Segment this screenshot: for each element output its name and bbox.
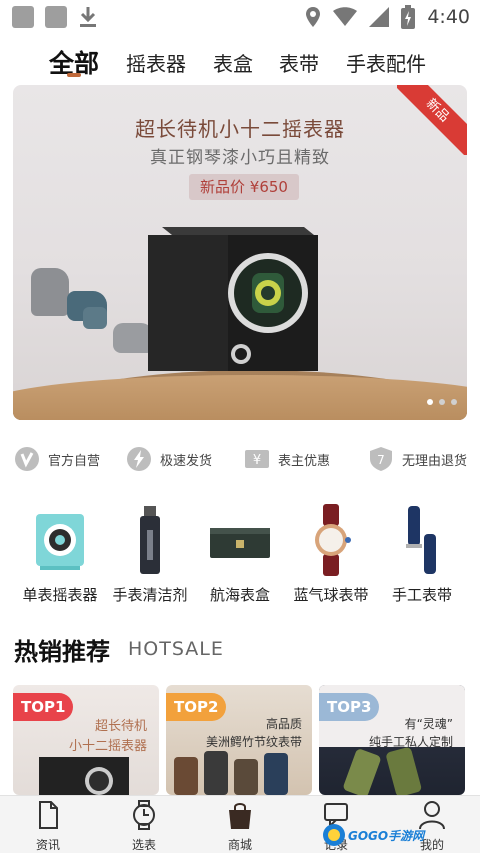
winder-thumbnail [36, 514, 84, 570]
green-strap-product-image [343, 747, 422, 795]
category-label: 蓝气球表带 [293, 586, 369, 604]
category-single-winder[interactable]: 单表摇表器 [12, 500, 108, 610]
feature-free-return: 7 无理由退货 [368, 446, 467, 472]
status-bar: 4:40 [0, 0, 480, 34]
category-handmade-strap[interactable]: 手工表带 [374, 500, 470, 610]
feature-fast-shipping: 极速发货 [126, 446, 212, 472]
tab-watch-accessories[interactable]: 手表配件 [346, 48, 426, 77]
nav-choose-watch[interactable]: 选表 [109, 800, 179, 852]
download-icon [80, 7, 96, 27]
category-label: 手工表带 [391, 586, 452, 604]
location-icon [306, 7, 321, 27]
banner-backdrop [13, 375, 467, 420]
nav-news[interactable]: 资讯 [13, 800, 83, 852]
hotsale-card-3[interactable]: TOP3 有“灵魂” 纯手工私人定制 [319, 685, 465, 795]
section-title: 热销推荐 [14, 638, 110, 666]
tab-watch-strap[interactable]: 表带 [279, 48, 319, 77]
watch-box-thumbnail [210, 528, 270, 558]
clock-time: 4:40 [427, 6, 470, 28]
carousel-dot[interactable] [427, 399, 433, 405]
category-label: 手表清洁剂 [112, 586, 188, 604]
carousel-dots [427, 399, 457, 405]
nav-label: 资讯 [35, 838, 60, 852]
category-label: 航海表盒 [209, 586, 270, 604]
feature-label: 表主优惠 [278, 453, 331, 469]
nav-label: 选表 [131, 838, 156, 852]
notification-icon [45, 6, 67, 28]
tab-watch-winder[interactable]: 摇表器 [126, 48, 186, 77]
site-watermark: GOGO手游网 [322, 815, 452, 851]
category-ballon-bleu-strap[interactable]: 蓝气球表带 [283, 500, 379, 610]
svg-text:¥: ¥ [253, 453, 261, 468]
watch-strap-thumbnail [315, 504, 351, 576]
category-watch-cleaner[interactable]: 手表清洁剂 [102, 500, 198, 610]
shopping-bag-icon [229, 803, 251, 829]
cleaner-bottle-thumbnail [140, 506, 160, 574]
feature-official: 官方自营 [14, 446, 100, 472]
battery-icon [401, 5, 416, 29]
winder-product-image [39, 757, 129, 795]
feature-label: 官方自营 [48, 453, 101, 469]
decor-rock [83, 307, 107, 329]
svg-text:7: 7 [377, 453, 385, 467]
carousel-dot[interactable] [451, 399, 457, 405]
feature-label: 无理由退货 [402, 453, 468, 469]
coupon-icon: ¥ [245, 450, 269, 468]
tab-watch-box[interactable]: 表盒 [213, 48, 253, 77]
official-store-icon [15, 447, 39, 471]
leather-strap-thumbnail [406, 506, 436, 574]
decor-rock [31, 268, 69, 316]
decor-rock [113, 323, 153, 353]
document-icon [39, 801, 58, 829]
watermark-logo-icon [323, 824, 345, 846]
active-tab-indicator [67, 73, 81, 77]
lightning-icon [127, 447, 151, 471]
category-nautical-box[interactable]: 航海表盒 [192, 500, 288, 610]
card-line: 小十二摇表器 [68, 739, 147, 754]
rank-badge: TOP2 [166, 693, 227, 721]
section-subtitle: HOTSALE [128, 638, 224, 660]
nav-label: 商城 [227, 838, 252, 852]
shield-icon: 7 [370, 447, 392, 471]
card-line: 美洲鳄竹节纹表带 [205, 735, 302, 749]
service-features: 官方自营 极速发货 ¥ 表主优惠 7 无理由退货 [0, 440, 480, 478]
card-line: 有“灵魂” [404, 717, 453, 731]
strap-product-image [174, 751, 288, 795]
hotsale-card-1[interactable]: TOP1 超长待机 小十二摇表器 [13, 685, 159, 795]
new-badge-label: 新品 [397, 85, 467, 155]
watermark-text: GOGO手游网 [348, 829, 425, 843]
signal-icon [369, 7, 390, 27]
feature-owner-discount: ¥ 表主优惠 [244, 446, 330, 472]
category-label: 单表摇表器 [22, 586, 98, 604]
rank-badge: TOP3 [319, 693, 380, 721]
banner-price-tag: 新品价 ¥650 [189, 174, 299, 200]
card-line: 纯手工私人定制 [368, 735, 453, 749]
card-line: 高品质 [265, 717, 302, 731]
hotsale-card-2[interactable]: TOP2 高品质 美洲鳄竹节纹表带 [166, 685, 312, 795]
feature-label: 极速发货 [160, 453, 213, 469]
new-badge: 新品 [397, 85, 467, 155]
card-line: 超长待机 [94, 719, 147, 734]
wifi-icon [333, 7, 358, 26]
promo-banner[interactable]: 超长待机小十二摇表器 真正钢琴漆小巧且精致 新品价 ¥650 新品 [13, 85, 467, 420]
notification-icon [12, 6, 34, 28]
watch-winder-image [148, 227, 318, 371]
watch-icon [133, 800, 155, 830]
rank-badge: TOP1 [13, 693, 74, 721]
product-categories: 单表摇表器 手表清洁剂 航海表盒 蓝气球表带 手工表带 [0, 500, 480, 610]
carousel-dot[interactable] [439, 399, 445, 405]
nav-mall[interactable]: 商城 [205, 800, 275, 852]
